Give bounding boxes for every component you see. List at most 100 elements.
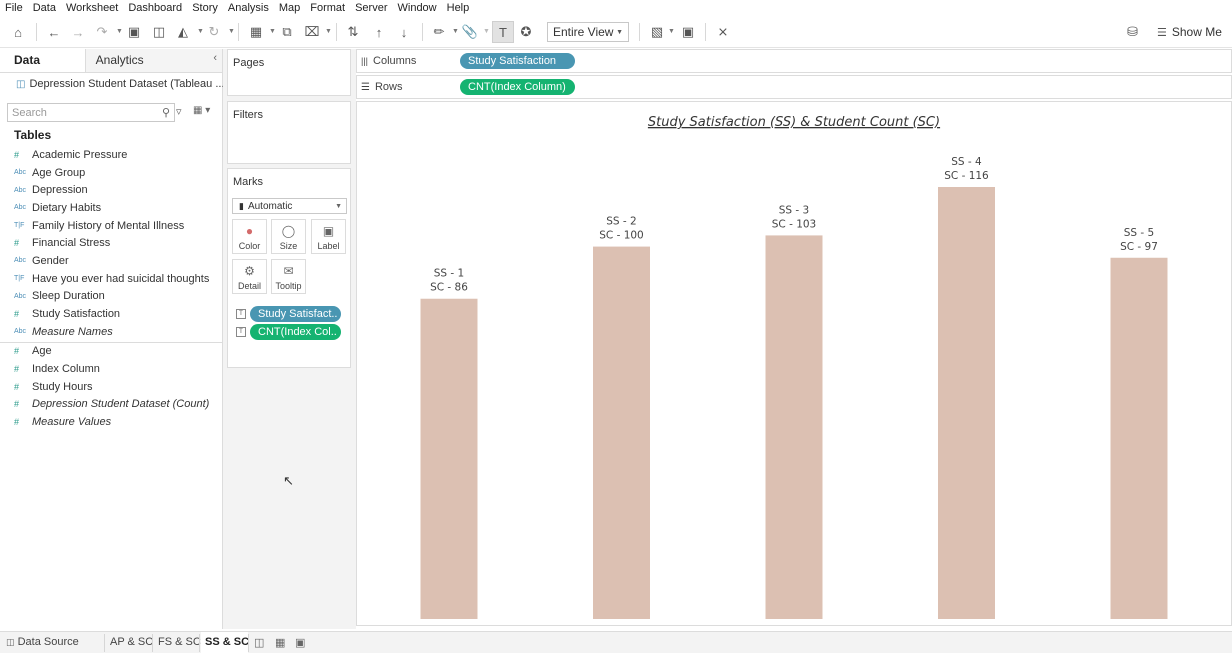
group-caret-icon[interactable]: ▼ bbox=[483, 28, 490, 35]
filters-card[interactable]: Filters bbox=[227, 101, 351, 164]
mouse-cursor-icon: ↖ bbox=[283, 473, 294, 488]
cnt-index-pill[interactable]: CNT(Index Col.. bbox=[250, 324, 341, 340]
bar-ss-2[interactable] bbox=[593, 246, 650, 619]
field-item[interactable]: # Academic Pressure bbox=[0, 146, 222, 164]
menu-item-format[interactable]: Format bbox=[310, 1, 345, 15]
share-icon[interactable]: ⨯ bbox=[712, 21, 734, 43]
mark-type-select[interactable]: ▮ Automatic ▼ bbox=[232, 198, 347, 214]
collapse-pane-icon[interactable]: ‹ bbox=[213, 52, 217, 64]
menu-item-story[interactable]: Story bbox=[192, 1, 218, 15]
bar-ss-3[interactable] bbox=[765, 235, 823, 619]
group-icon[interactable]: 📎 bbox=[459, 21, 481, 43]
field-item[interactable]: # Index Column bbox=[0, 360, 222, 378]
datasource-item[interactable]: ◫ Depression Student Dataset (Tableau ..… bbox=[16, 78, 225, 90]
menu-item-file[interactable]: File bbox=[5, 1, 23, 15]
field-item[interactable]: T|F Family History of Mental Illness bbox=[0, 217, 222, 235]
detail-button[interactable]: ⚙ Detail bbox=[232, 259, 267, 294]
sort-descending-icon[interactable]: ↓ bbox=[393, 21, 415, 43]
field-item[interactable]: T|F Have you ever had suicidal thoughts bbox=[0, 270, 222, 288]
bars-layer: SS - 1 SC - 86 SS - 2 SC - 100 SS - 3 SC - 10… bbox=[420, 156, 1168, 619]
data-source-tab[interactable]: ◫ Data Source bbox=[6, 636, 79, 648]
fit-view-select[interactable]: Entire View ▼ bbox=[547, 22, 629, 42]
field-name: Age Group bbox=[32, 166, 86, 179]
new-story-tab-icon[interactable]: ▣ bbox=[295, 636, 305, 649]
menu-item-window[interactable]: Window bbox=[398, 1, 437, 15]
refresh-caret-icon[interactable]: ▼ bbox=[228, 28, 235, 35]
rows-icon: ☰ bbox=[361, 81, 370, 93]
swap-icon[interactable]: ⇅ bbox=[342, 21, 364, 43]
menu-item-analysis[interactable]: Analysis bbox=[228, 1, 269, 15]
sheet-tab-fs-sc[interactable]: FS & SC bbox=[158, 636, 201, 648]
field-item[interactable]: # Measure Values bbox=[0, 413, 222, 431]
clear-sheet-icon[interactable]: ⌧ bbox=[301, 21, 323, 43]
clear-caret-icon[interactable]: ▼ bbox=[325, 28, 332, 35]
menu-item-help[interactable]: Help bbox=[447, 1, 470, 15]
fix-axes-icon[interactable]: ✪ bbox=[515, 21, 537, 43]
columns-shelf[interactable]: ||| Columns Study Satisfaction bbox=[356, 49, 1232, 73]
boolean-type-icon: T|F bbox=[14, 222, 25, 230]
duplicate-icon[interactable]: ⧉ bbox=[276, 21, 298, 43]
label-button[interactable]: ▣ Label bbox=[311, 219, 346, 254]
tooltip-button[interactable]: ✉ Tooltip bbox=[271, 259, 306, 294]
rows-shelf[interactable]: ☰ Rows CNT(Index Column) bbox=[356, 75, 1232, 99]
replay-caret-icon[interactable]: ▼ bbox=[116, 28, 123, 35]
menu-item-dashboard[interactable]: Dashboard bbox=[128, 1, 182, 15]
presentation-icon[interactable]: ▣ bbox=[677, 21, 699, 43]
tab-data[interactable]: Data bbox=[0, 49, 85, 72]
show-cards-caret-icon[interactable]: ▼ bbox=[668, 28, 675, 35]
pages-card[interactable]: Pages bbox=[227, 49, 351, 96]
size-button[interactable]: ◯ Size bbox=[271, 219, 306, 254]
sort-ascending-icon[interactable]: ↑ bbox=[368, 21, 390, 43]
new-dashboard-tab-icon[interactable]: ▦ bbox=[275, 636, 285, 649]
field-item[interactable]: Abc Gender bbox=[0, 252, 222, 270]
columns-pill[interactable]: Study Satisfaction bbox=[460, 53, 575, 69]
bar-ss-4[interactable] bbox=[938, 187, 995, 619]
menu-item-server[interactable]: Server bbox=[355, 1, 387, 15]
refresh-icon[interactable]: ↻ bbox=[203, 21, 225, 43]
viz-area[interactable]: Study Satisfaction (SS) & Student Count … bbox=[356, 101, 1232, 626]
field-item[interactable]: Abc Age Group bbox=[0, 164, 222, 182]
show-cards-icon[interactable]: ▧ bbox=[646, 21, 668, 43]
field-item[interactable]: Abc Depression bbox=[0, 181, 222, 199]
search-input[interactable]: Search ⚲ bbox=[7, 103, 175, 122]
field-item[interactable]: # Study Hours bbox=[0, 378, 222, 396]
undo-icon[interactable]: ← bbox=[43, 21, 65, 43]
color-button[interactable]: ● Color bbox=[232, 219, 267, 254]
new-datasource-icon[interactable]: ◫ bbox=[148, 21, 170, 43]
tab-analytics[interactable]: Analytics ‹ bbox=[84, 49, 222, 72]
replay-icon[interactable]: ↷ bbox=[91, 21, 113, 43]
redo-icon[interactable]: → bbox=[67, 21, 89, 43]
menu-item-worksheet[interactable]: Worksheet bbox=[66, 1, 118, 15]
save-icon[interactable]: ▣ bbox=[123, 21, 145, 43]
menu-item-data[interactable]: Data bbox=[33, 1, 56, 15]
study-satisfaction-pill[interactable]: Study Satisfact.. bbox=[250, 306, 341, 322]
highlight-caret-icon[interactable]: ▼ bbox=[452, 28, 459, 35]
field-item[interactable]: Abc Dietary Habits bbox=[0, 199, 222, 217]
columns-icon: ||| bbox=[361, 56, 369, 66]
pause-updates-icon[interactable]: ◭ bbox=[172, 21, 194, 43]
rows-pill[interactable]: CNT(Index Column) bbox=[460, 79, 575, 95]
filter-icon[interactable]: ▿ bbox=[176, 105, 182, 118]
sheet-tab-ss-sc[interactable]: SS & SC bbox=[205, 636, 249, 648]
view-options-icon[interactable]: ▦ ▾ bbox=[193, 105, 210, 116]
field-item[interactable]: Abc Measure Names bbox=[0, 323, 222, 341]
field-item[interactable]: # Age bbox=[0, 343, 222, 361]
data-source-icon: ◫ bbox=[6, 637, 15, 647]
show-me-button[interactable]: ☰ Show Me bbox=[1157, 25, 1222, 39]
field-name: Age bbox=[32, 345, 52, 358]
home-icon[interactable]: ⌂ bbox=[7, 21, 29, 43]
bar-ss-1[interactable] bbox=[420, 298, 478, 619]
highlight-icon[interactable]: ✏ bbox=[428, 21, 450, 43]
sheet-tab-ap-sc[interactable]: AP & SC bbox=[110, 636, 153, 648]
field-item[interactable]: # Study Satisfaction bbox=[0, 305, 222, 323]
show-labels-icon[interactable]: T bbox=[492, 21, 514, 43]
bar-ss-5[interactable] bbox=[1110, 257, 1168, 619]
paintbrush-icon[interactable]: ⛁ bbox=[1127, 24, 1138, 40]
field-item[interactable]: Abc Sleep Duration bbox=[0, 288, 222, 306]
new-worksheet-tab-icon[interactable]: ◫ bbox=[254, 636, 264, 649]
menu-item-map[interactable]: Map bbox=[279, 1, 300, 15]
new-worksheet-caret-icon[interactable]: ▼ bbox=[269, 28, 276, 35]
new-worksheet-icon[interactable]: ▦ bbox=[245, 21, 267, 43]
field-item[interactable]: # Financial Stress bbox=[0, 234, 222, 252]
field-item[interactable]: # Depression Student Dataset (Count) bbox=[0, 396, 222, 414]
